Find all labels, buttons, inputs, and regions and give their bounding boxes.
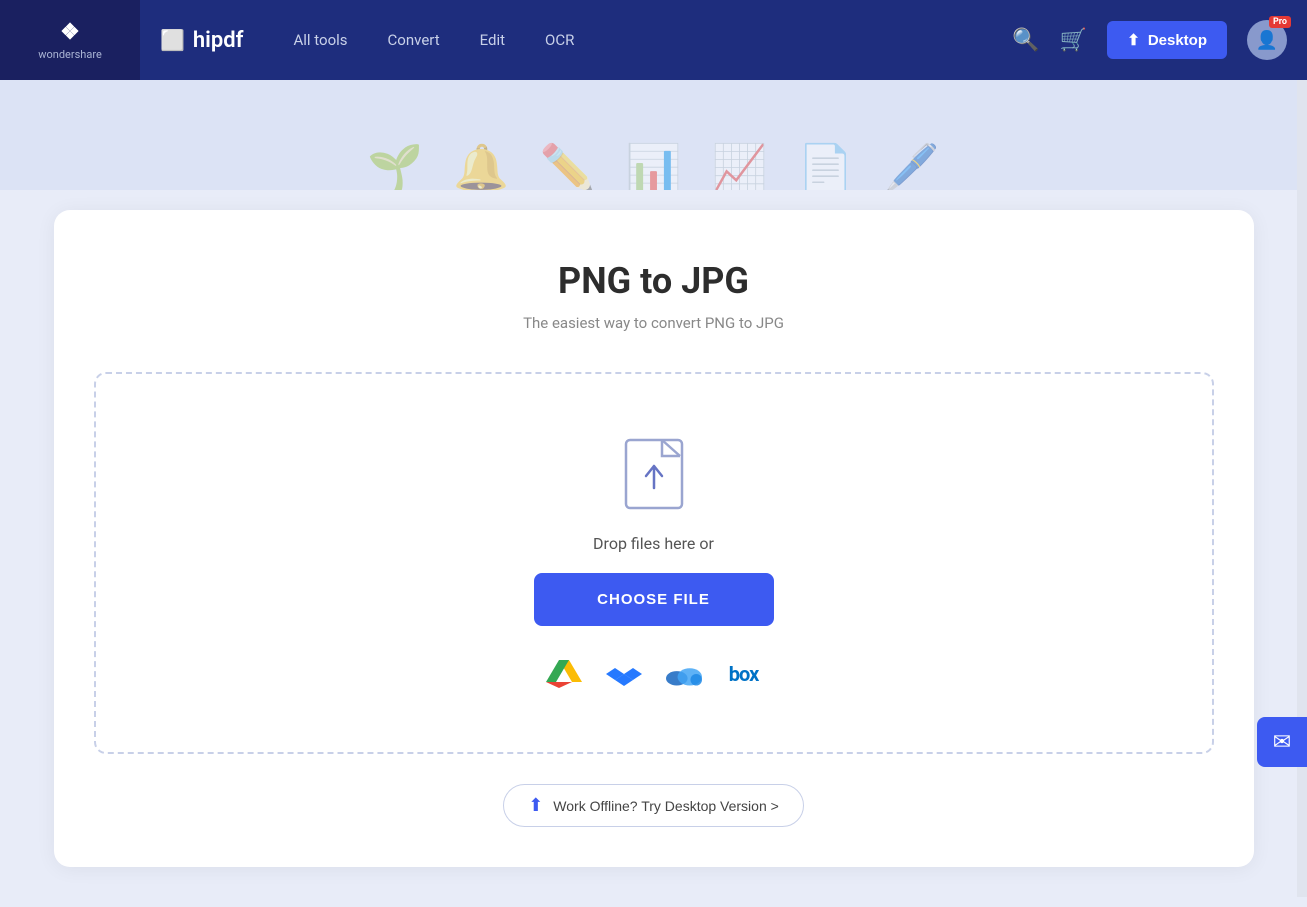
illus-chart: 📊 bbox=[625, 145, 681, 190]
page-subtitle: The easiest way to convert PNG to JPG bbox=[94, 314, 1214, 332]
illus-chart2: 📈 bbox=[712, 145, 768, 190]
main-content: PNG to JPG The easiest way to convert PN… bbox=[0, 190, 1307, 907]
desktop-btn-label: Desktop bbox=[1148, 32, 1207, 49]
gdrive-icon[interactable] bbox=[546, 656, 582, 692]
main-card: PNG to JPG The easiest way to convert PN… bbox=[54, 210, 1254, 867]
nav-edit[interactable]: Edit bbox=[480, 31, 505, 49]
nav-actions: 🔍 🛒 ⬆ Desktop 👤 Pro bbox=[1012, 20, 1287, 60]
hipdf-label: hipdf bbox=[193, 28, 244, 53]
desktop-promo-button[interactable]: ⬆ Work Offline? Try Desktop Version > bbox=[503, 784, 804, 827]
illus-lamp: 🔔 bbox=[453, 145, 509, 190]
wondershare-icon: ❖ bbox=[60, 20, 80, 45]
nav-ocr[interactable]: OCR bbox=[545, 31, 574, 49]
search-icon[interactable]: 🔍 bbox=[1012, 28, 1039, 53]
hero-background: 🌱 🔔 ✏️ 📊 📈 📄 🖊️ bbox=[0, 80, 1307, 190]
navbar: ❖ wondershare ⬜ hipdf All tools Convert … bbox=[0, 0, 1307, 80]
desktop-btn-icon: ⬆ bbox=[1127, 31, 1140, 49]
desktop-promo-icon: ⬆ bbox=[528, 795, 543, 816]
hipdf-icon: ⬜ bbox=[160, 28, 185, 52]
wondershare-logo[interactable]: ❖ wondershare bbox=[0, 0, 140, 80]
box-label: box bbox=[729, 662, 759, 686]
desktop-promo-label: Work Offline? Try Desktop Version > bbox=[553, 798, 779, 814]
nav-convert[interactable]: Convert bbox=[388, 31, 440, 49]
upload-icon-wrap bbox=[619, 434, 689, 514]
user-avatar-wrap[interactable]: 👤 Pro bbox=[1247, 20, 1287, 60]
drop-zone[interactable]: Drop files here or CHOOSE FILE bbox=[94, 372, 1214, 754]
choose-file-button[interactable]: CHOOSE FILE bbox=[534, 573, 774, 626]
hero-illustration: 🌱 🔔 ✏️ 📊 📈 📄 🖊️ bbox=[367, 145, 939, 190]
desktop-promo: ⬆ Work Offline? Try Desktop Version > bbox=[94, 784, 1214, 827]
wondershare-label: wondershare bbox=[38, 48, 102, 61]
cart-icon[interactable]: 🛒 bbox=[1060, 28, 1087, 53]
float-message-button[interactable]: ✉ bbox=[1257, 717, 1307, 767]
upload-icon bbox=[624, 438, 684, 510]
cloud-icons: box bbox=[546, 656, 762, 692]
nav-all-tools[interactable]: All tools bbox=[293, 31, 347, 49]
page-title: PNG to JPG bbox=[94, 260, 1214, 302]
hipdf-logo[interactable]: ⬜ hipdf bbox=[160, 28, 243, 53]
pro-badge: Pro bbox=[1269, 16, 1291, 28]
nav-links: All tools Convert Edit OCR bbox=[293, 31, 574, 49]
drop-text: Drop files here or bbox=[593, 534, 714, 553]
illus-doc: 📄 bbox=[798, 145, 854, 190]
box-icon[interactable]: box bbox=[726, 656, 762, 692]
dropbox-icon[interactable] bbox=[606, 656, 642, 692]
desktop-button[interactable]: ⬆ Desktop bbox=[1107, 21, 1227, 59]
illus-pencil: ✏️ bbox=[539, 145, 595, 190]
message-icon: ✉ bbox=[1273, 730, 1291, 755]
onedrive-icon[interactable] bbox=[666, 656, 702, 692]
illus-plant: 🌱 bbox=[367, 145, 423, 190]
illus-quill: 🖊️ bbox=[884, 145, 940, 190]
